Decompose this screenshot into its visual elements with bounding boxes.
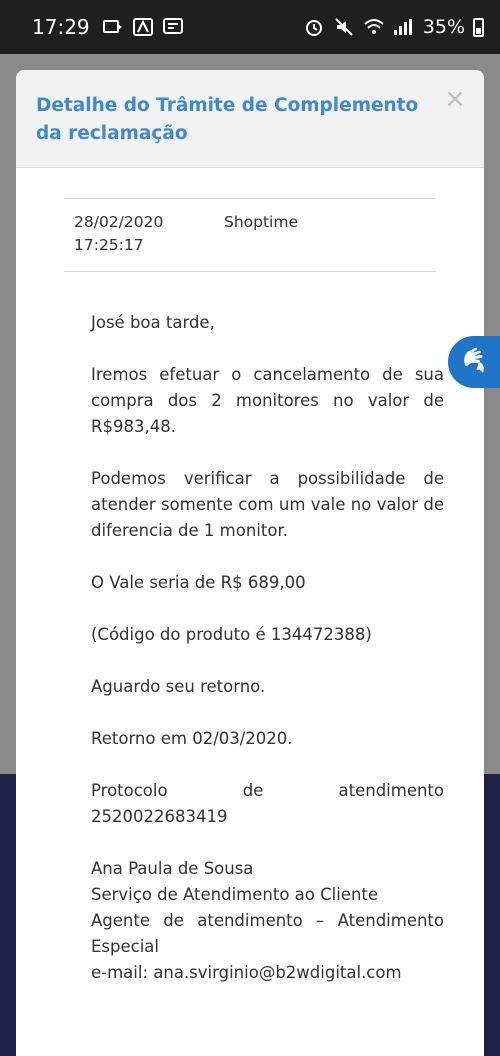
message-paragraph: Aguardo seu retorno. [91, 677, 266, 696]
notification-icons [102, 18, 184, 36]
complaint-detail-modal: Detalhe do Trâmite de Complemento da rec… [16, 70, 484, 1056]
message-paragraph: Iremos efetuar o cancelamento de sua com… [91, 365, 444, 436]
sim-icon [102, 18, 124, 36]
a-icon [132, 18, 154, 36]
meta-date: 28/02/2020 [74, 213, 164, 231]
signature-department: Serviço de Atendimento ao Cliente [91, 885, 379, 904]
meta-time: 17:25:17 [74, 236, 144, 254]
wifi-icon [363, 18, 385, 36]
signal-icon [393, 18, 415, 36]
mute-icon [333, 18, 355, 36]
signature-role: Agente de atendimento – Atendimento Espe… [91, 911, 444, 956]
status-time: 17:29 [32, 15, 90, 39]
message-paragraph: Podemos verificar a possibilidade de ate… [91, 469, 444, 540]
sign-language-icon [457, 343, 491, 381]
close-icon[interactable]: × [444, 86, 466, 112]
battery-percent: 35% [422, 16, 465, 38]
signature-email: e-mail: ana.svirginio@b2wdigital.com [91, 963, 402, 982]
meta-company: Shoptime [224, 213, 299, 231]
modal-header: Detalhe do Trâmite de Complemento da rec… [16, 70, 484, 168]
modal-title: Detalhe do Trâmite de Complemento da rec… [36, 95, 419, 144]
battery-icon [473, 17, 484, 37]
sign-language-button[interactable] [448, 336, 500, 388]
alarm-icon [303, 18, 325, 36]
message-body: José boa tarde, Iremos efetuar o cancela… [91, 310, 444, 986]
meta-datetime: 28/02/2020 17:25:17 [74, 211, 224, 257]
message-meta: 28/02/2020 17:25:17 Shoptime [64, 198, 436, 272]
system-icons: 35% [303, 16, 484, 38]
message-paragraph: Retorno em 02/03/2020. [91, 729, 293, 748]
message-paragraph: O Vale seria de R$ 689,00 [91, 573, 306, 592]
status-bar: 17:29 35% [0, 0, 500, 54]
message-greeting: José boa tarde, [91, 313, 215, 332]
sms-icon [162, 18, 184, 36]
protocol-number: Protocolo de atendimento 2520022683419 [91, 781, 444, 826]
message-paragraph: (Código do produto é 134472388) [91, 625, 372, 644]
signature-name: Ana Paula de Sousa [91, 859, 254, 878]
